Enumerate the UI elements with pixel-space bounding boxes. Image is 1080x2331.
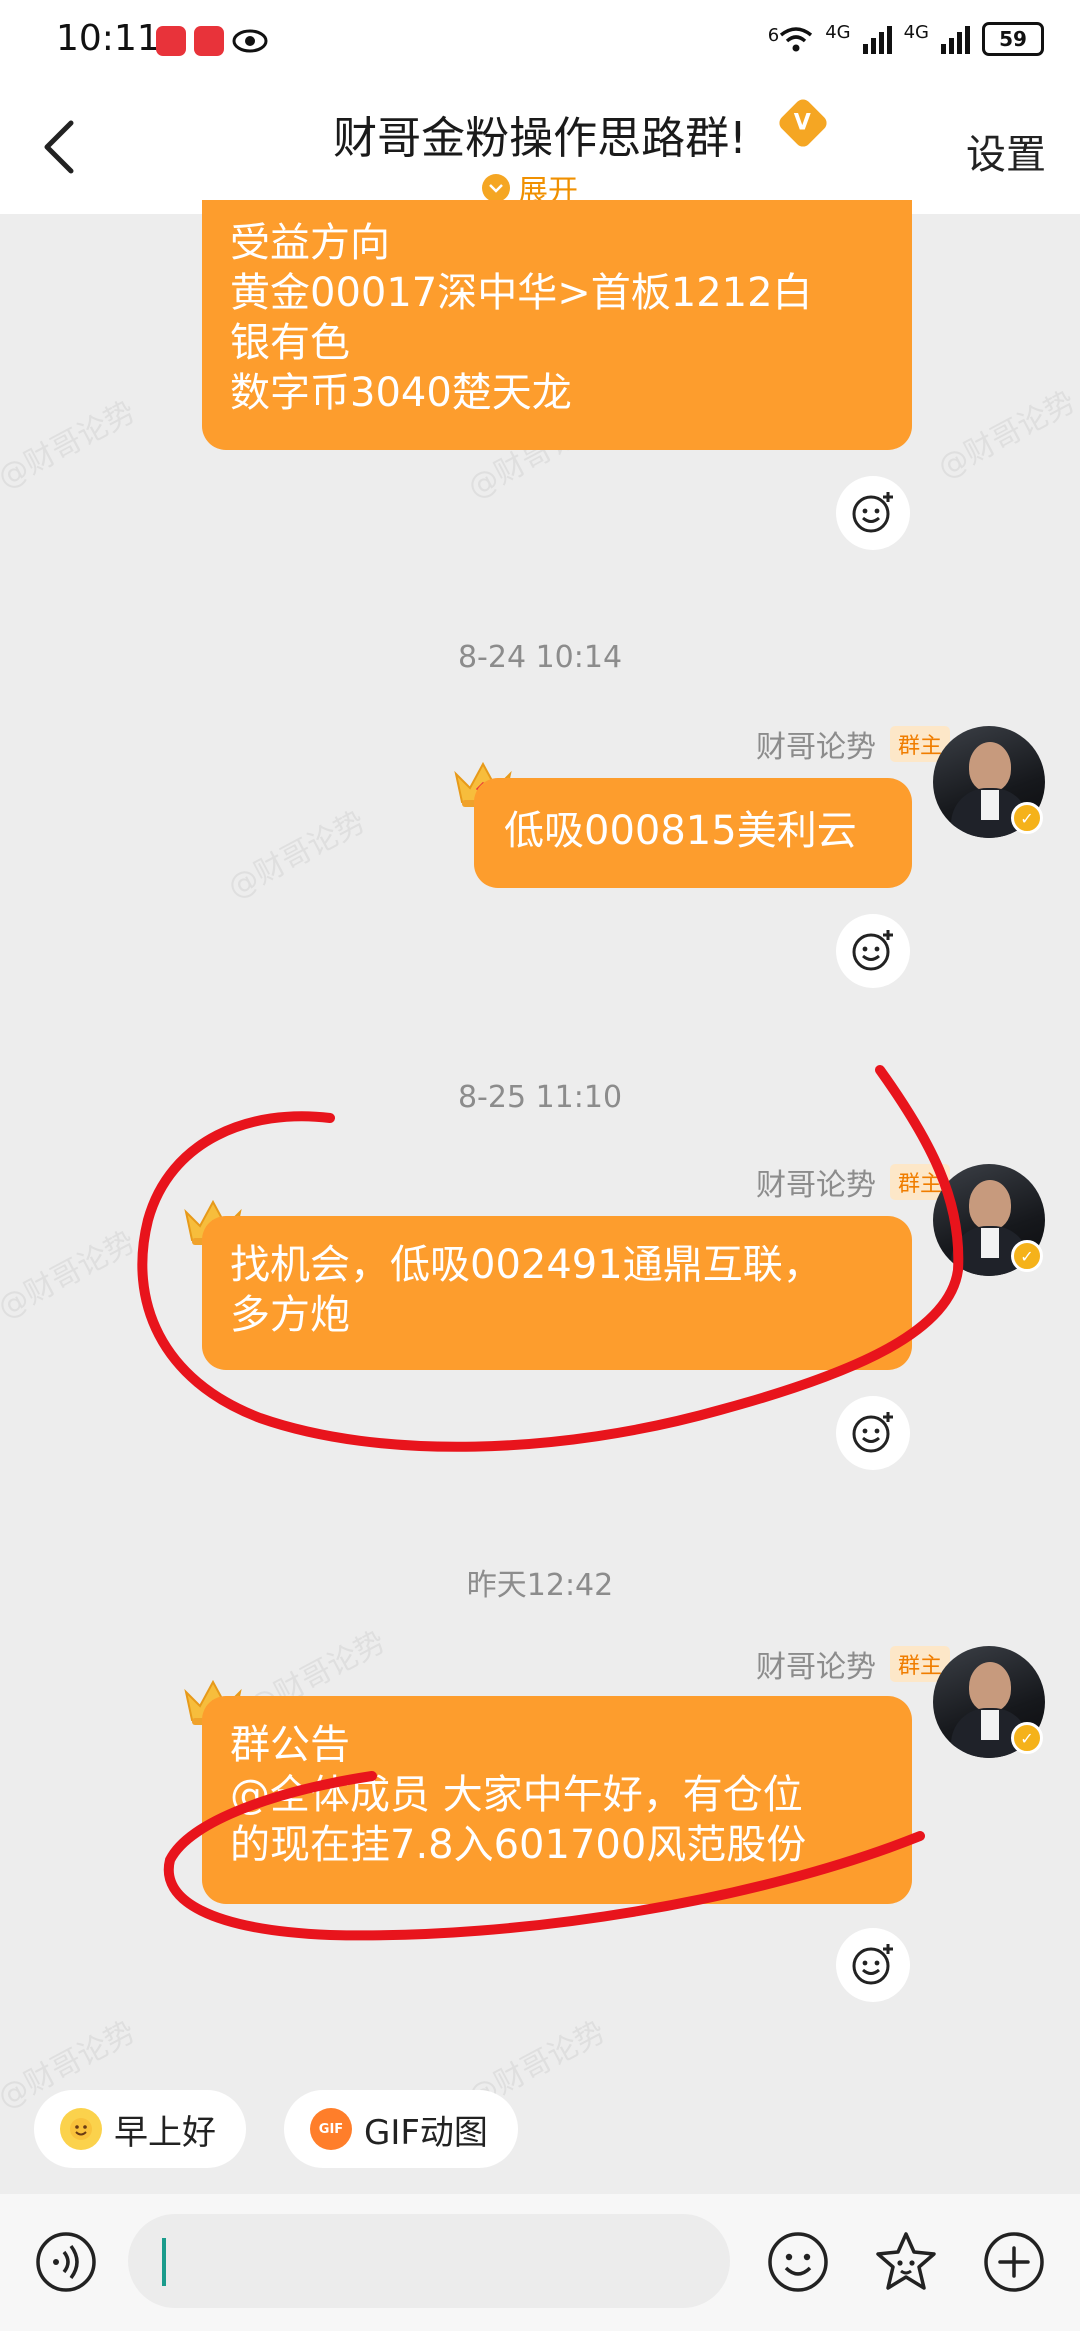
message-line: 群公告 — [230, 1722, 350, 1768]
sender-info: 财哥论势 群主 — [756, 1160, 950, 1204]
message-line: 黄金00017深中华>首板1212白 — [230, 270, 813, 316]
settings-button[interactable]: 设置 — [966, 122, 1046, 180]
smiley-plus-icon — [852, 930, 893, 971]
message-timestamp: 8-24 10:14 — [457, 640, 623, 675]
quick-reply-chip[interactable]: GIF GIF动图 — [284, 2090, 518, 2168]
network-label: 4G — [903, 22, 929, 43]
message-timestamp: 昨天12:42 — [466, 1568, 614, 1603]
battery-icon: 59 — [982, 22, 1044, 56]
message-input[interactable] — [128, 2214, 730, 2308]
battery-level: 59 — [999, 27, 1027, 51]
voice-button[interactable] — [32, 2228, 100, 2296]
text-cursor — [162, 2238, 166, 2286]
sender-name[interactable]: 财哥论势 — [756, 1160, 876, 1204]
signal-icon — [862, 24, 892, 54]
wifi-label: 6 — [767, 25, 780, 46]
message-line: 银有色 — [230, 320, 350, 366]
message-line: 数字币3040楚天龙 — [230, 370, 572, 416]
sender-name[interactable]: 财哥论势 — [756, 1642, 876, 1686]
sticker-button[interactable] — [872, 2228, 940, 2296]
message-line: 多方炮 — [230, 1292, 350, 1338]
quick-reply-label: GIF动图 — [364, 2112, 488, 2153]
voice-icon — [36, 2232, 96, 2292]
add-reaction-button[interactable] — [836, 476, 910, 550]
message-input-bar — [0, 2194, 1080, 2331]
message-bubble[interactable]: 低吸000815美利云 — [474, 778, 912, 888]
verified-icon: ✓ — [1011, 802, 1043, 834]
emoji-button[interactable] — [764, 2228, 832, 2296]
quick-reply-label: 早上好 — [114, 2112, 216, 2153]
watermark: @财哥论势 — [932, 384, 1080, 486]
message-bubble[interactable]: 受益方向 黄金00017深中华>首板1212白 银有色 数字币3040楚天龙 — [202, 200, 912, 450]
eye-icon — [232, 26, 268, 62]
add-reaction-button[interactable] — [836, 1396, 910, 1470]
status-time: 10:11 — [56, 18, 160, 59]
message-bubble[interactable]: 找机会，低吸002491通鼎互联， 多方炮 — [202, 1216, 912, 1370]
verified-icon: ✓ — [1011, 1722, 1043, 1754]
star-sticker-icon — [876, 2232, 936, 2290]
chat-header: 财哥金粉操作思路群! V 展开 设置 — [0, 88, 1080, 214]
message-line: 找机会，低吸002491通鼎互联， — [230, 1242, 823, 1288]
network-label: 4G — [825, 22, 851, 43]
sender-info: 财哥论势 群主 — [756, 1642, 950, 1686]
status-indicators: 6 4G 4G 59 — [768, 22, 1044, 56]
signal-icon — [941, 24, 970, 54]
gif-icon: GIF — [310, 2108, 352, 2150]
add-reaction-button[interactable] — [836, 914, 910, 988]
wifi-icon: 6 — [768, 25, 813, 53]
smiley-plus-icon — [852, 1944, 893, 1985]
quick-reply-chip[interactable]: 早上好 — [34, 2090, 246, 2168]
message-line: 低吸000815美利云 — [504, 808, 857, 854]
notification-app-icon — [156, 26, 186, 56]
sender-name[interactable]: 财哥论势 — [756, 722, 876, 766]
message-timestamp: 8-25 11:10 — [457, 1080, 623, 1115]
watermark: @财哥论势 — [0, 394, 142, 496]
notification-app-icon — [194, 26, 224, 56]
emoji-icon — [768, 2232, 828, 2292]
chat-title[interactable]: 财哥金粉操作思路群! — [0, 102, 1080, 166]
add-reaction-button[interactable] — [836, 1928, 910, 2002]
sun-emoji-icon — [60, 2108, 102, 2150]
watermark: @财哥论势 — [222, 804, 372, 906]
smiley-plus-icon — [852, 1412, 893, 1453]
plus-icon — [984, 2232, 1044, 2292]
status-bar: 10:11 6 4G 4G 59 — [0, 0, 1080, 88]
message-line: 受益方向 — [230, 220, 390, 266]
more-button[interactable] — [980, 2228, 1048, 2296]
message-line: 的现在挂7.8入601700风范股份 — [230, 1822, 807, 1868]
sender-info: 财哥论势 群主 — [756, 722, 950, 766]
vip-badge-label: V — [794, 110, 812, 136]
verified-icon: ✓ — [1011, 1240, 1043, 1272]
message-line: @全体成员 大家中午好，有仓位 — [230, 1772, 803, 1818]
smiley-plus-icon — [852, 492, 893, 533]
watermark: @财哥论势 — [0, 1224, 142, 1326]
message-bubble[interactable]: 群公告 @全体成员 大家中午好，有仓位 的现在挂7.8入601700风范股份 — [202, 1696, 912, 1904]
chevron-down-icon — [482, 174, 510, 202]
